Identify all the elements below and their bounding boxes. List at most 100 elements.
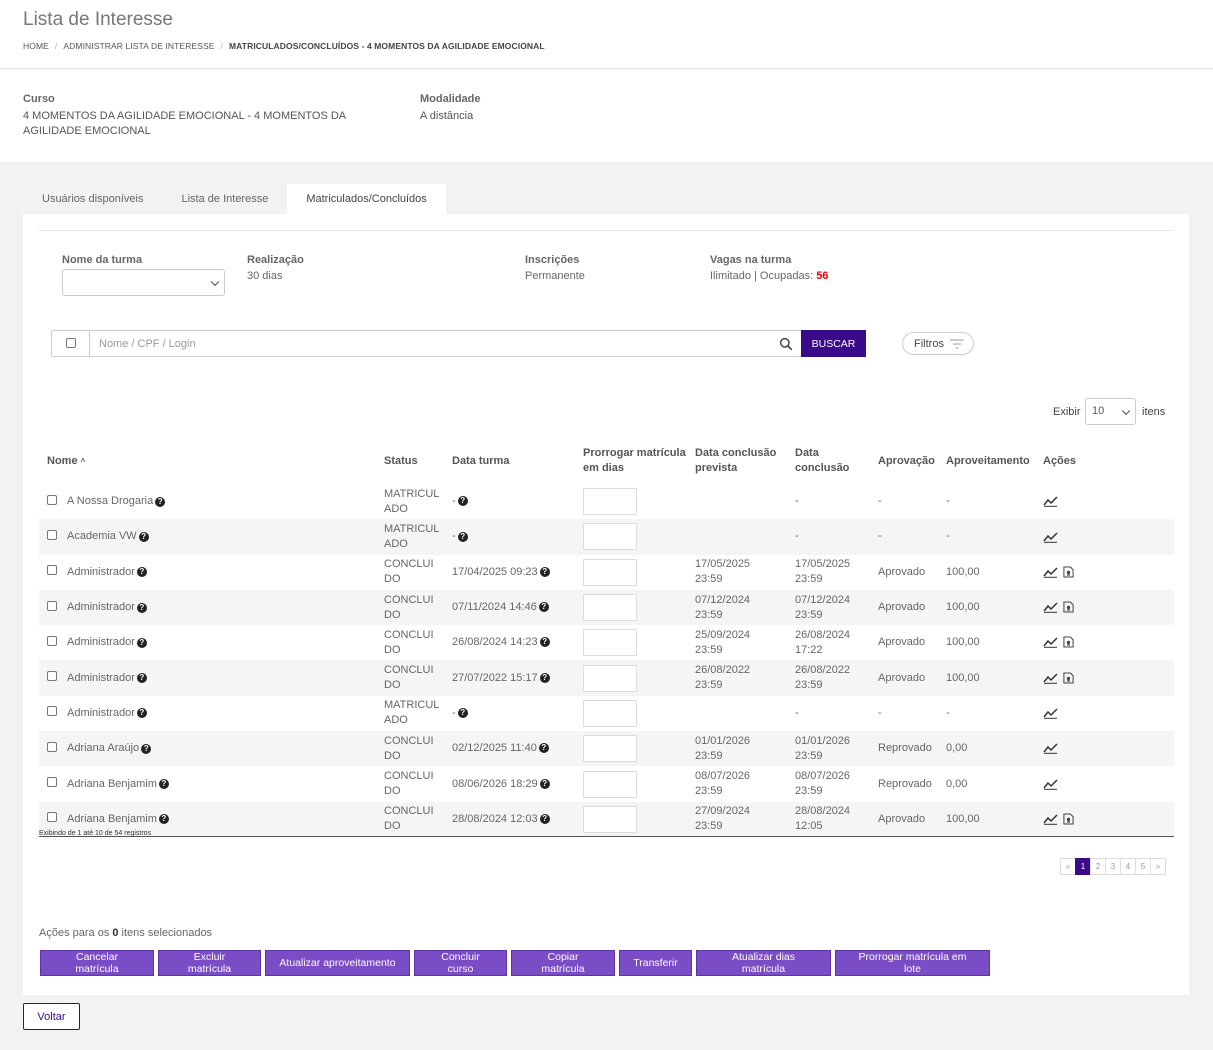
tab-matriculados-concluidos[interactable]: Matriculados/Concluídos [287,184,446,215]
help-icon[interactable]: ? [158,779,169,790]
page-3[interactable]: 3 [1105,858,1121,875]
row-checkbox[interactable] [47,671,57,682]
progress-chart-icon[interactable] [1043,636,1058,649]
completion-date: - [795,495,799,508]
cell-data-turma: 17/04/2025 09:23? [448,555,579,590]
extend-days-input[interactable] [583,523,637,551]
extend-days-input[interactable] [583,594,637,622]
certificate-icon[interactable] [1063,566,1074,578]
user-name[interactable]: Administrador [67,600,135,615]
progress-chart-icon[interactable] [1043,778,1058,790]
page-1[interactable]: 1 [1075,858,1091,875]
help-icon[interactable]: ? [539,813,550,824]
page-2[interactable]: 2 [1090,858,1106,875]
progress-chart-icon[interactable] [1043,742,1058,755]
filters-button[interactable]: Filtros [902,332,974,355]
search-icon[interactable] [779,337,793,351]
transfer-button[interactable]: Transferir [619,950,692,976]
user-name[interactable]: A Nossa Drogaria [67,494,153,509]
user-name[interactable]: Academia VW [67,529,137,544]
tab-usuarios-disponiveis[interactable]: Usuários disponíveis [23,184,163,215]
row-checkbox[interactable] [47,565,57,576]
row-checkbox[interactable] [47,635,57,646]
cancel-enrollment-button[interactable]: Cancelar matrícula [40,950,154,976]
help-icon[interactable]: ? [539,778,550,789]
user-name[interactable]: Administrador [67,671,135,686]
help-icon[interactable]: ? [539,566,550,577]
help-icon[interactable]: ? [539,672,550,683]
page-4[interactable]: 4 [1120,858,1136,875]
help-icon[interactable]: ? [141,743,152,754]
extend-days-input[interactable] [583,488,637,516]
search-button[interactable]: BUSCAR [801,330,866,357]
certificate-icon[interactable] [1063,813,1074,825]
extend-days-input[interactable] [583,699,637,727]
help-icon[interactable]: ? [155,496,166,507]
row-checkbox[interactable] [47,741,57,752]
page-first[interactable]: « [1060,858,1076,875]
help-icon[interactable]: ? [457,531,468,542]
extend-days-input[interactable] [583,558,637,586]
help-icon[interactable]: ? [136,602,147,613]
inscricoes-label: Inscrições [525,254,580,266]
user-name[interactable]: Administrador [67,706,135,721]
row-checkbox[interactable] [47,777,57,788]
delete-enrollment-button[interactable]: Excluir matrícula [158,950,261,976]
certificate-icon[interactable] [1063,601,1074,613]
tab-lista-interesse[interactable]: Lista de Interesse [163,184,288,215]
extend-days-input[interactable] [583,770,637,798]
progress-chart-icon[interactable] [1043,566,1058,578]
extend-days-input[interactable] [583,664,637,692]
search-input[interactable] [91,331,771,356]
select-all-checkbox[interactable] [66,338,76,348]
col-nome[interactable]: Nome ^ [39,438,380,484]
help-icon[interactable]: ? [136,673,147,684]
class-date: 17/04/2025 09:23 [452,565,538,578]
update-days-button[interactable]: Atualizar dias matrícula [696,950,831,976]
page-last[interactable]: » [1150,858,1166,875]
help-icon[interactable]: ? [538,602,549,613]
row-checkbox[interactable] [47,529,57,540]
help-icon[interactable]: ? [457,496,468,507]
batch-extend-button[interactable]: Prorrogar matrícula em lote [835,950,990,976]
user-name[interactable]: Administrador [67,635,135,650]
row-checkbox[interactable] [47,812,57,823]
row-checkbox[interactable] [47,494,57,505]
copy-enrollment-button[interactable]: Copiar matrícula [511,950,615,976]
help-icon[interactable]: ? [538,743,549,754]
back-button[interactable]: Voltar [23,1003,80,1030]
help-icon[interactable]: ? [136,567,147,578]
progress-chart-icon[interactable] [1043,531,1058,543]
certificate-icon[interactable] [1063,636,1074,648]
help-icon[interactable]: ? [158,814,169,825]
user-name[interactable]: Administrador [67,565,135,580]
user-name[interactable]: Adriana Benjamim [67,812,157,827]
user-name[interactable]: Adriana Araújo [67,741,139,756]
complete-course-button[interactable]: Concluir curso [414,950,507,976]
help-icon[interactable]: ? [138,531,149,542]
help-icon[interactable]: ? [457,708,468,719]
page-5[interactable]: 5 [1135,858,1151,875]
row-checkbox[interactable] [47,706,57,717]
progress-chart-icon[interactable] [1043,601,1058,613]
cell-status: CONCLUIDO [380,555,448,590]
extend-days-input[interactable] [583,735,637,763]
help-icon[interactable]: ? [539,637,550,648]
progress-chart-icon[interactable] [1043,495,1058,508]
row-checkbox[interactable] [47,600,57,611]
certificate-icon[interactable] [1063,672,1074,684]
breadcrumb-home[interactable]: HOME [23,41,49,51]
help-icon[interactable]: ? [136,708,147,719]
cell-data-turma: -? [448,484,579,519]
breadcrumb-admin-list[interactable]: ADMINISTRAR LISTA DE INTERESSE [63,41,214,51]
update-score-button[interactable]: Atualizar aproveitamento [265,950,410,976]
progress-chart-icon[interactable] [1043,707,1058,719]
extend-days-input[interactable] [583,629,637,657]
help-icon[interactable]: ? [136,637,147,648]
progress-chart-icon[interactable] [1043,672,1058,684]
progress-chart-icon[interactable] [1043,813,1058,825]
page-size-select[interactable]: 10 [1085,398,1136,425]
extend-days-input[interactable] [583,805,637,833]
user-name[interactable]: Adriana Benjamim [67,777,157,792]
turma-select[interactable] [62,269,225,296]
